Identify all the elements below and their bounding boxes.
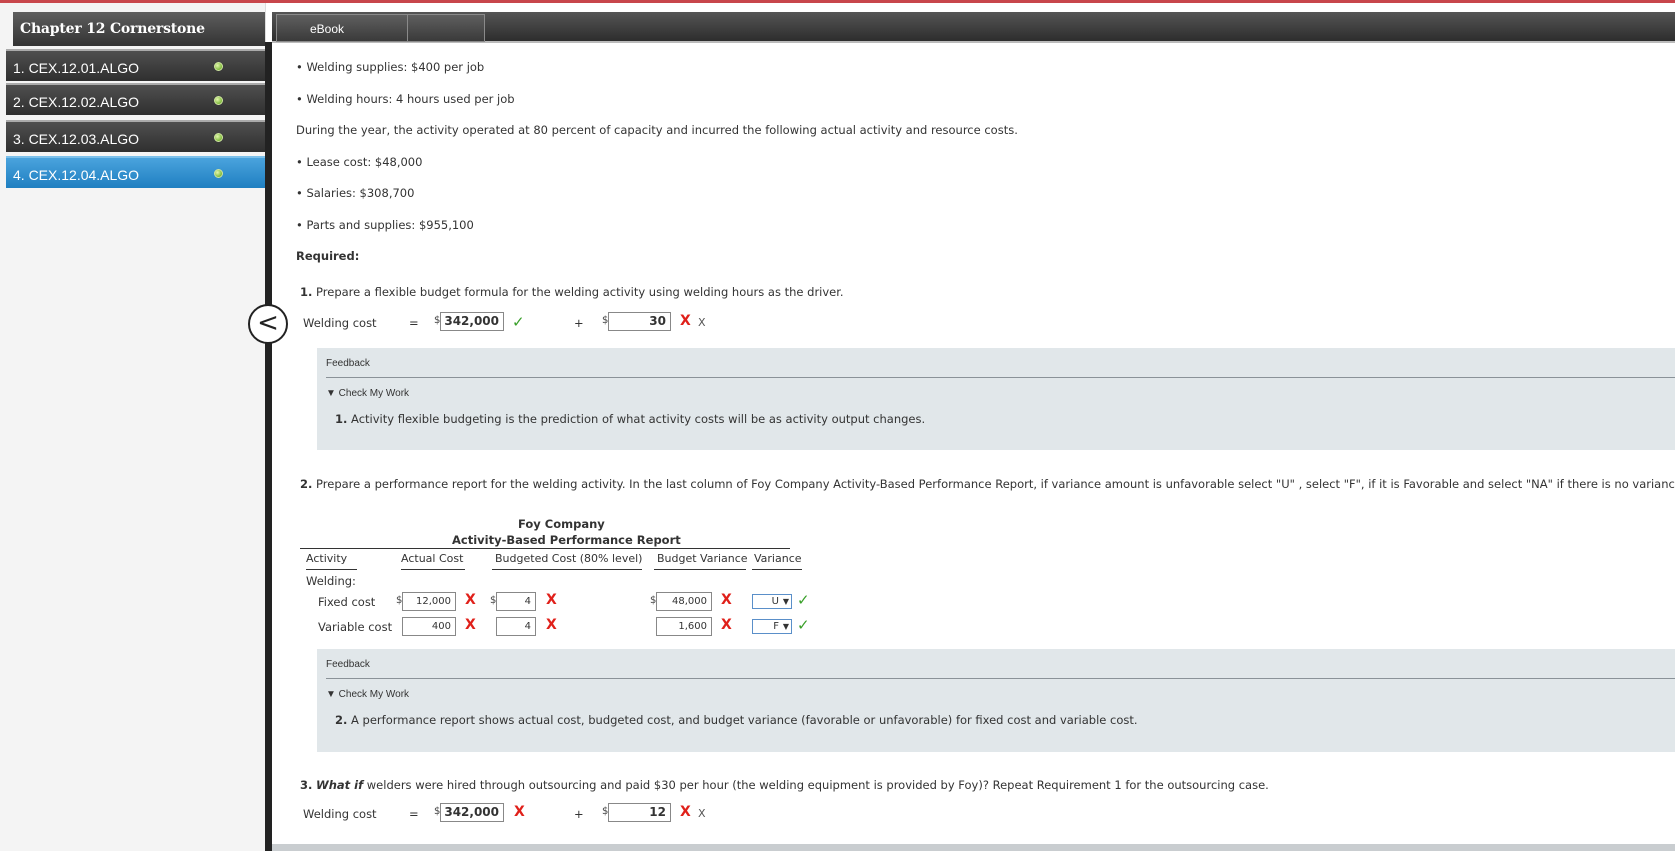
sidebar-item-cex-12-03[interactable]: 3. CEX.12.03.ALGO (6, 120, 265, 152)
bullet-salaries: • Salaries: $308,700 (296, 186, 415, 200)
q3-equals: = (409, 807, 419, 821)
incorrect-x-icon: X (680, 313, 691, 329)
col-header-budget-variance: Budget Variance (657, 552, 748, 565)
correct-check-icon: ✓ (512, 313, 525, 331)
variable-budgeted-input[interactable]: 4 (496, 617, 536, 636)
feedback-text: 1. Activity flexible budgeting is the pr… (335, 412, 926, 426)
variable-variance-select[interactable]: F ▼ (752, 619, 792, 634)
bottom-scroll-track[interactable] (272, 844, 1675, 851)
bullet-welding-supplies: • Welding supplies: $400 per job (296, 60, 485, 74)
check-my-work-toggle[interactable]: ▼ Check My Work (326, 388, 409, 399)
status-dot-icon (214, 133, 223, 142)
header-underline (654, 569, 746, 570)
q3-welding-cost-label: Welding cost (303, 807, 377, 821)
incorrect-x-icon: X (721, 617, 732, 633)
bullet-welding-hours: • Welding hours: 4 hours used per job (296, 92, 515, 106)
report-title: Activity-Based Performance Report (452, 533, 681, 547)
report-top-rule (300, 548, 790, 549)
required-heading: Required: (296, 249, 360, 263)
x-indicator: X (698, 316, 706, 329)
header-underline (492, 569, 642, 570)
correct-check-icon: ✓ (797, 591, 810, 609)
sidebar-item-label: 3. CEX.12.03.ALGO (13, 131, 140, 147)
fixed-variance-input[interactable]: 48,000 (656, 592, 712, 611)
chevron-down-icon: ▼ (782, 597, 789, 606)
incorrect-x-icon: X (546, 617, 557, 633)
row-label-fixed-cost: Fixed cost (318, 595, 376, 609)
header-underline (401, 569, 465, 570)
incorrect-x-icon: X (514, 804, 525, 820)
tab-ebook[interactable]: eBook (276, 14, 408, 42)
section-welding: Welding: (306, 574, 356, 588)
intro-paragraph: During the year, the activity operated a… (296, 123, 1018, 137)
col-header-budgeted-cost: Budgeted Cost (80% level) (495, 552, 643, 565)
row-label-variable-cost: Variable cost (318, 620, 393, 634)
q1-fixed-input[interactable]: 342,000 (440, 312, 504, 331)
sidebar-item-label: 4. CEX.12.04.ALGO (13, 167, 140, 183)
fixed-variance-select[interactable]: U ▼ (752, 594, 792, 609)
incorrect-x-icon: X (465, 592, 476, 608)
status-dot-icon (214, 62, 223, 71)
q1-feedback-panel: Feedback ▼ Check My Work 1. Activity fle… (317, 348, 1675, 450)
q3-plus: + (574, 807, 584, 821)
q3-prompt: 3. What if welders were hired through ou… (300, 778, 1269, 792)
correct-check-icon: ✓ (797, 616, 810, 634)
sidebar-item-cex-12-01[interactable]: 1. CEX.12.01.ALGO (6, 49, 265, 81)
feedback-label: Feedback (326, 358, 370, 369)
sidebar-item-cex-12-04[interactable]: 4. CEX.12.04.ALGO (6, 156, 265, 188)
q1-variable-input[interactable]: 30 (608, 312, 671, 331)
sidebar-item-label: 2. CEX.12.02.ALGO (13, 94, 140, 110)
check-my-work-toggle[interactable]: ▼ Check My Work (326, 689, 409, 700)
q2-prompt: 2. Prepare a performance report for the … (300, 477, 1675, 491)
tab-blank[interactable] (407, 14, 485, 42)
status-dot-icon (214, 96, 223, 105)
variable-variance-input[interactable]: 1,600 (656, 617, 712, 636)
feedback-text: 2. A performance report shows actual cos… (335, 713, 1138, 727)
feedback-divider (326, 678, 1675, 679)
q2-feedback-panel: Feedback ▼ Check My Work 2. A performanc… (317, 649, 1675, 752)
x-indicator: X (698, 807, 706, 820)
sidebar-item-cex-12-02[interactable]: 2. CEX.12.02.ALGO (6, 83, 265, 115)
report-company: Foy Company (518, 517, 605, 531)
q3-fixed-input[interactable]: 342,000 (440, 803, 504, 822)
feedback-divider (326, 377, 1675, 378)
bullet-lease-cost: • Lease cost: $48,000 (296, 155, 423, 169)
sidebar-item-label: 1. CEX.12.01.ALGO (13, 60, 140, 76)
q1-equals: = (409, 316, 419, 330)
q1-prompt: 1. Prepare a flexible budget formula for… (300, 285, 844, 299)
header-underline (306, 569, 357, 570)
col-header-actual-cost: Actual Cost (401, 552, 464, 565)
main-content: • Welding supplies: $400 per job • Weldi… (272, 45, 1675, 851)
q1-plus: + (574, 316, 584, 330)
q3-variable-input[interactable]: 12 (608, 803, 671, 822)
header-underline (752, 569, 802, 570)
incorrect-x-icon: X (465, 617, 476, 633)
feedback-label: Feedback (326, 659, 370, 670)
incorrect-x-icon: X (546, 592, 557, 608)
fixed-budgeted-input[interactable]: 4 (496, 592, 536, 611)
bullet-parts-supplies: • Parts and supplies: $955,100 (296, 218, 474, 232)
fixed-actual-input[interactable]: 12,000 (402, 592, 456, 611)
variable-actual-input[interactable]: 400 (402, 617, 456, 636)
col-header-activity: Activity (306, 552, 348, 565)
q1-welding-cost-label: Welding cost (303, 316, 377, 330)
sidebar-divider (265, 42, 272, 851)
incorrect-x-icon: X (680, 804, 691, 820)
status-dot-icon (214, 169, 223, 178)
sidebar-title: Chapter 12 Cornerstone Exercises (13, 12, 265, 71)
sidebar: Chapter 12 Cornerstone Exercises 1. CEX.… (0, 3, 266, 851)
incorrect-x-icon: X (721, 592, 732, 608)
col-header-variance: Variance (754, 552, 802, 565)
tab-bar: eBook (272, 12, 1675, 43)
chevron-down-icon: ▼ (782, 622, 789, 631)
